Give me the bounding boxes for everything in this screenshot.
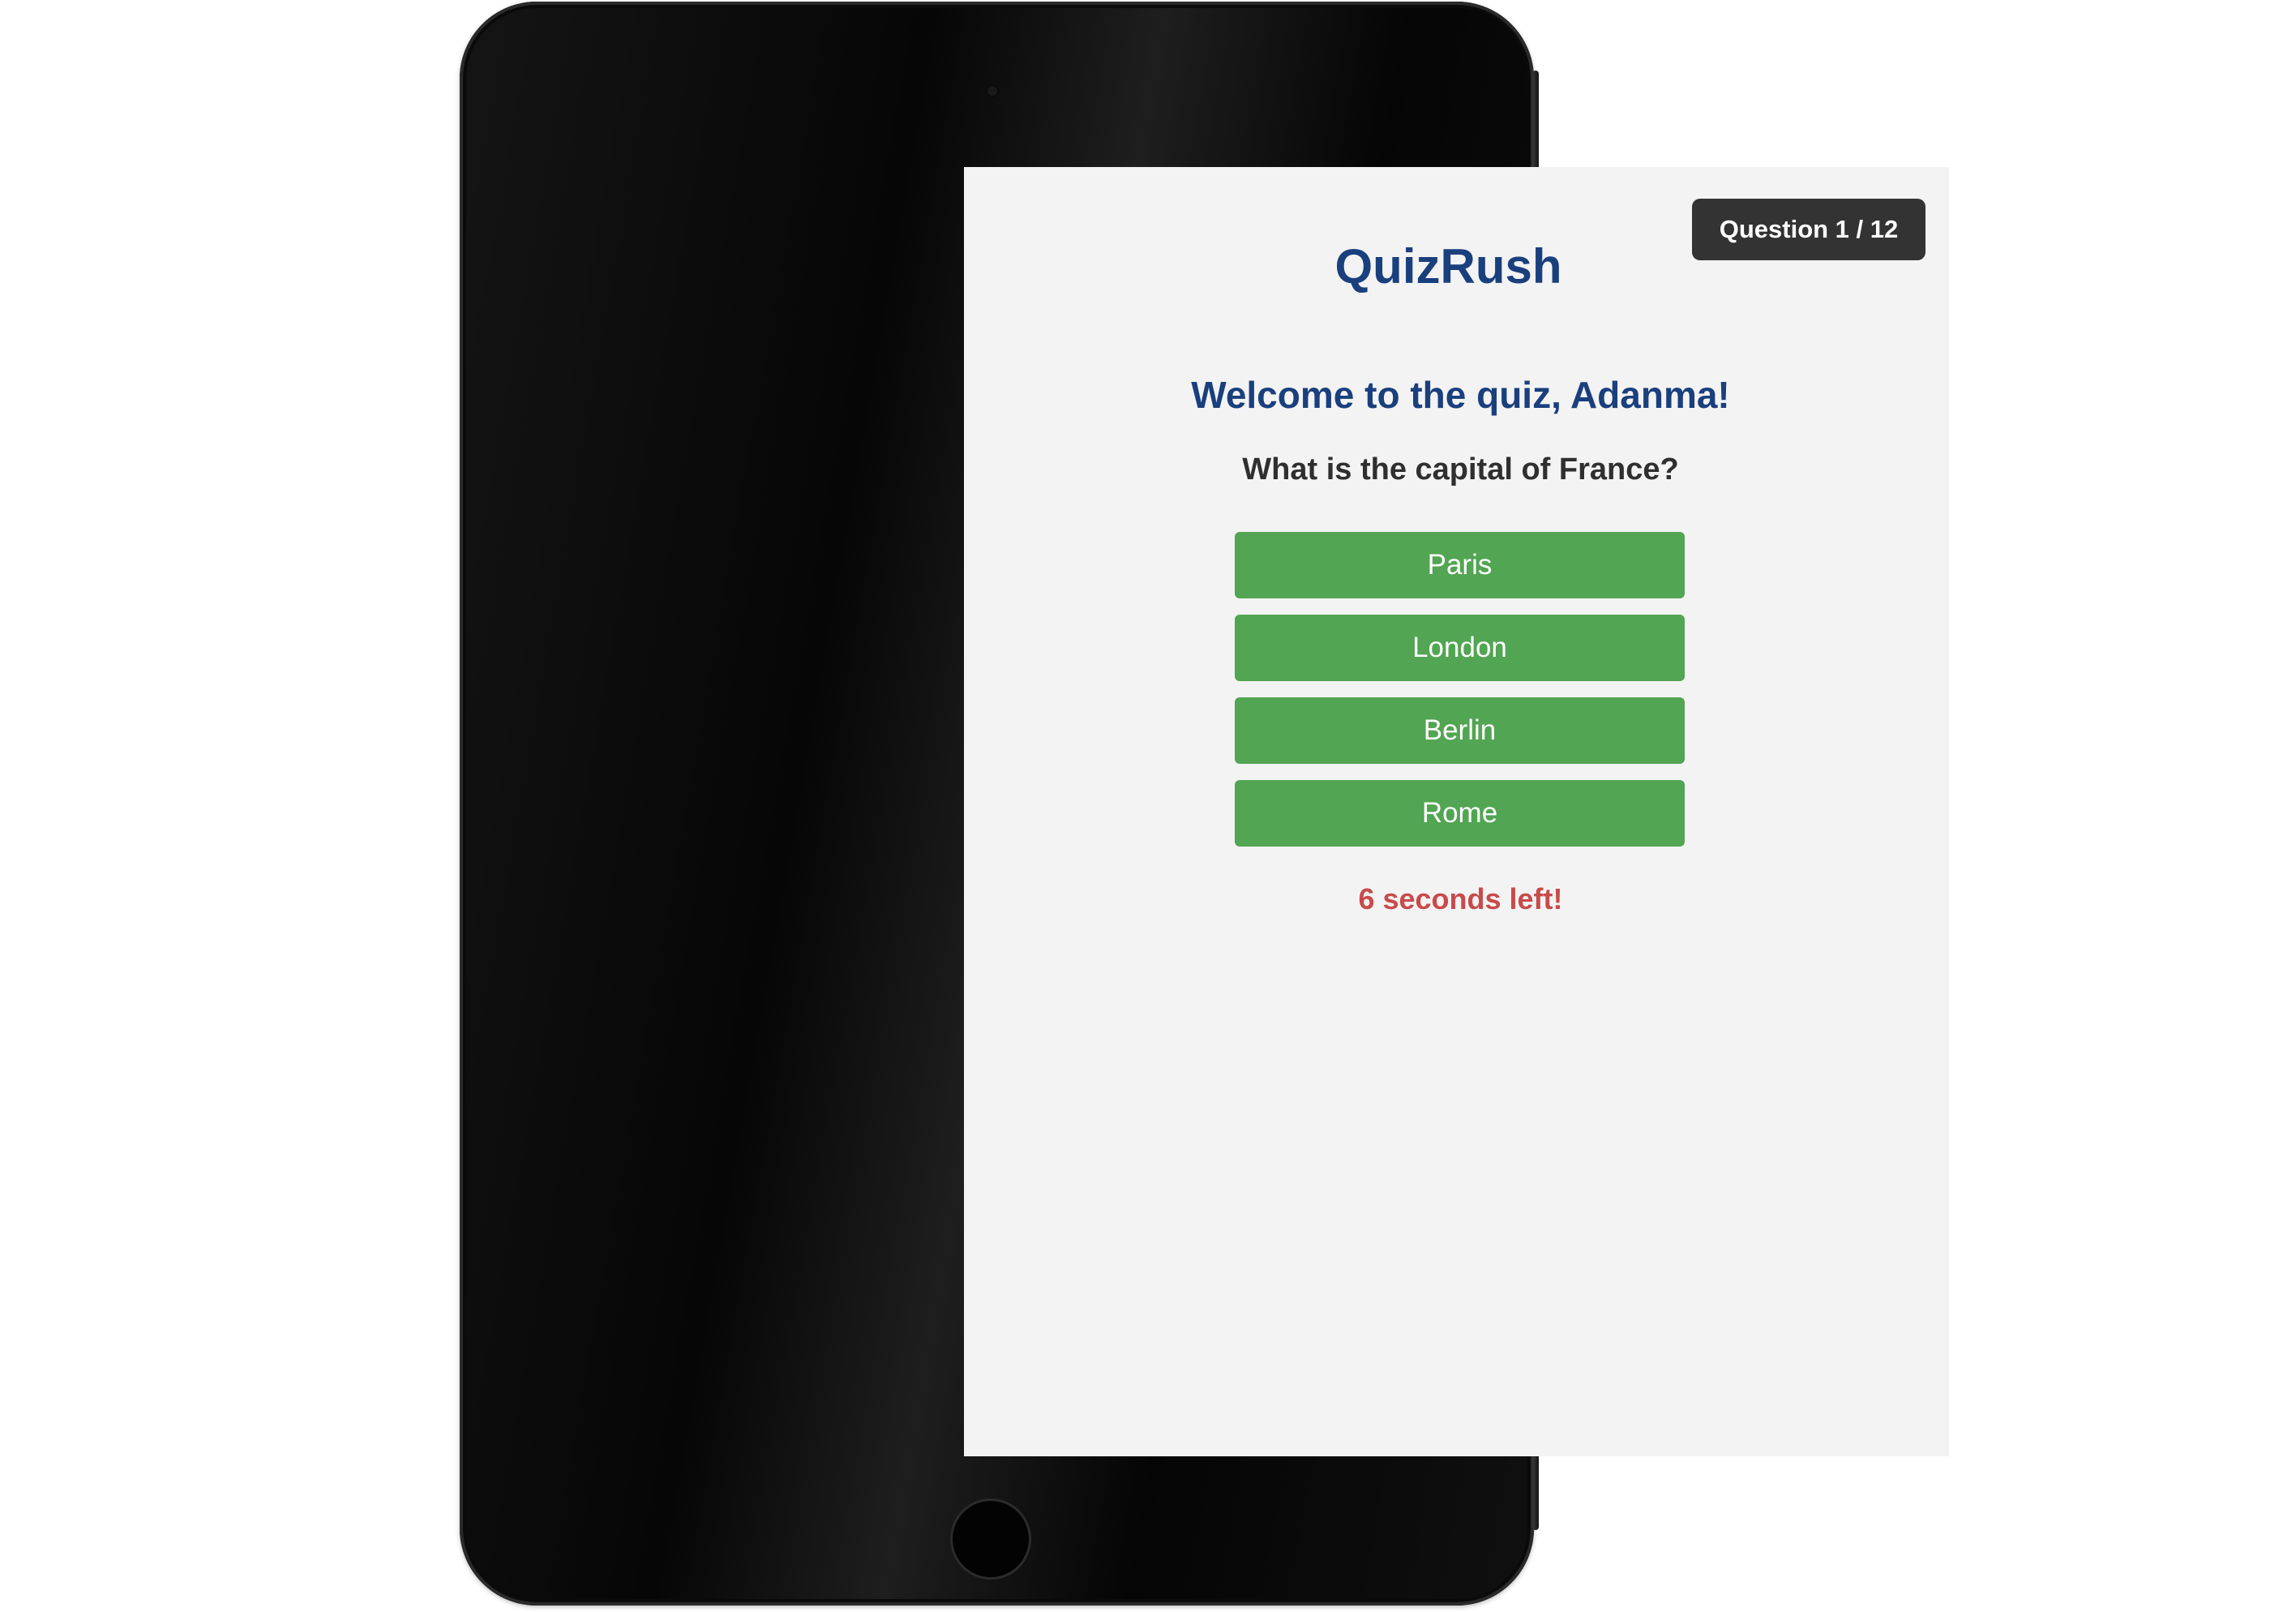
welcome-heading: Welcome to the quiz, Adanma!: [1191, 374, 1730, 416]
answer-button-paris[interactable]: Paris: [1235, 532, 1685, 598]
answer-button-rome[interactable]: Rome: [1235, 780, 1685, 847]
home-button[interactable]: [950, 1498, 1031, 1580]
countdown-timer: 6 seconds left!: [1358, 882, 1563, 915]
question-text: What is the capital of France?: [1242, 452, 1679, 487]
front-camera: [987, 86, 997, 96]
answer-button-london[interactable]: London: [1235, 615, 1685, 681]
answer-button-berlin[interactable]: Berlin: [1235, 697, 1685, 764]
quiz-screen: Question 1 / 12 QuizRush Welcome to the …: [964, 167, 1949, 1456]
tablet-device: Question 1 / 12 QuizRush Welcome to the …: [460, 2, 1949, 1606]
stage: Question 1 / 12 QuizRush Welcome to the …: [0, 0, 2296, 1612]
answer-list: Paris London Berlin Rome: [1235, 532, 1685, 863]
app-title: QuizRush: [1334, 239, 1562, 294]
